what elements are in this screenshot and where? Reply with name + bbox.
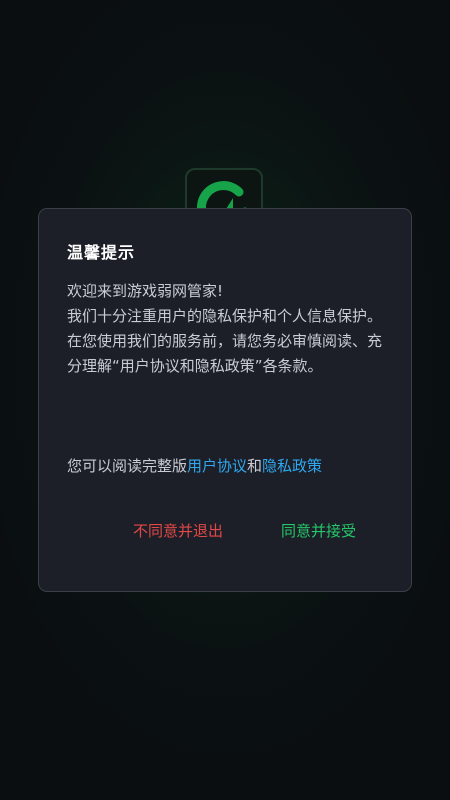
welcome-text: 欢迎来到游戏弱网管家! (67, 282, 224, 300)
privacy-policy-link[interactable]: 隐私政策 (262, 457, 322, 475)
privacy-notice-text: 我们十分注重用户的隐私保护和个人信息保护。在您使用我们的服务前，请您务必审慎阅读… (67, 307, 383, 375)
dialog-body: 欢迎来到游戏弱网管家! 我们十分注重用户的隐私保护和个人信息保护。在您使用我们的… (67, 279, 385, 379)
user-agreement-link[interactable]: 用户协议 (187, 457, 247, 475)
policy-links-line: 您可以阅读完整版用户协议和隐私政策 (67, 455, 397, 477)
privacy-dialog: 温馨提示 欢迎来到游戏弱网管家! 我们十分注重用户的隐私保护和个人信息保护。在您… (38, 208, 412, 592)
accept-button[interactable]: 同意并接受 (279, 515, 358, 547)
policy-prefix-text: 您可以阅读完整版 (67, 457, 188, 475)
dialog-title: 温馨提示 (67, 243, 136, 262)
decline-exit-button[interactable]: 不同意并退出 (131, 515, 225, 547)
policy-conjunction-text: 和 (247, 457, 263, 475)
